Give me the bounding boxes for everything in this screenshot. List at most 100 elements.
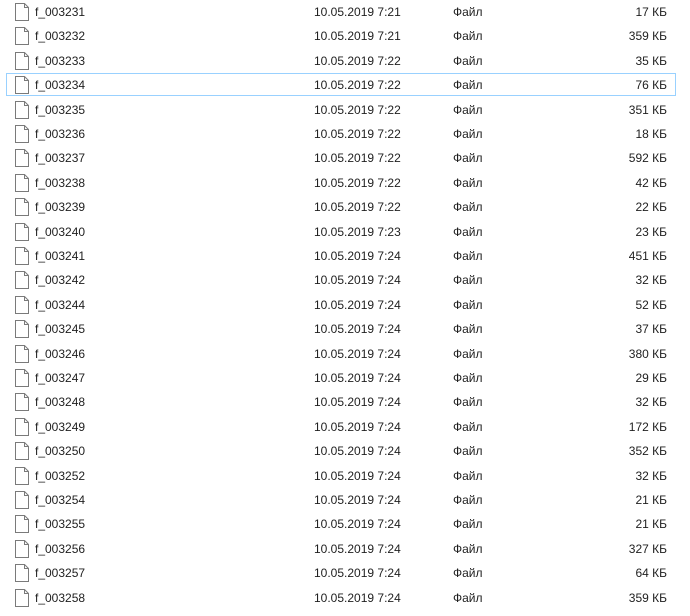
file-row[interactable]: f_003232 10.05.2019 7:21 Файл 359 КБ [6,24,676,47]
file-type: Файл [453,127,483,141]
file-icon [14,466,30,485]
file-name: f_003237 [35,151,86,166]
file-date-modified: 10.05.2019 7:22 [314,53,401,68]
file-type: Файл [453,78,483,93]
file-date-modified: 10.05.2019 7:22 [314,127,401,141]
file-size: 172 КБ [628,419,667,434]
file-row[interactable]: f_003249 10.05.2019 7:24 Файл 172 КБ [6,415,676,438]
file-row[interactable]: f_003234 10.05.2019 7:22 Файл 76 КБ [6,73,676,97]
file-row[interactable]: f_003242 10.05.2019 7:24 Файл 32 КБ [6,268,676,291]
file-name: f_003245 [35,322,86,337]
file-row[interactable]: f_003252 10.05.2019 7:24 Файл 32 КБ [6,464,676,487]
file-row[interactable]: f_003248 10.05.2019 7:24 Файл 32 КБ [6,390,676,413]
file-row[interactable]: f_003250 10.05.2019 7:24 Файл 352 КБ [6,439,676,462]
file-date-modified: 10.05.2019 7:22 [314,78,401,93]
file-size: 29 КБ [635,371,667,385]
file-date-modified: 10.05.2019 7:21 [314,29,401,44]
file-date-modified: 10.05.2019 7:24 [314,517,401,532]
file-name: f_003234 [35,78,86,93]
file-type: Файл [453,517,483,532]
file-size: 64 КБ [635,566,667,581]
file-type: Файл [453,200,483,215]
file-date-modified: 10.05.2019 7:24 [314,566,401,581]
file-icon [14,100,30,119]
file-date-modified: 10.05.2019 7:24 [314,468,401,483]
file-date-modified: 10.05.2019 7:24 [314,395,401,410]
file-name: f_003240 [35,224,86,239]
file-row[interactable]: f_003239 10.05.2019 7:22 Файл 22 КБ [6,195,676,218]
file-row[interactable]: f_003247 10.05.2019 7:24 Файл 29 КБ [6,366,676,389]
file-row[interactable]: f_003238 10.05.2019 7:22 Файл 42 КБ [6,171,676,194]
file-name: f_003242 [35,273,86,288]
file-type: Файл [453,224,483,239]
file-type: Файл [453,541,483,556]
file-size: 380 КБ [628,346,667,361]
file-name: f_003233 [35,53,86,68]
file-size: 52 КБ [635,297,667,312]
file-icon [14,222,30,241]
file-row[interactable]: f_003233 10.05.2019 7:22 Файл 35 КБ [6,49,676,72]
file-date-modified: 10.05.2019 7:24 [314,541,401,556]
file-date-modified: 10.05.2019 7:24 [314,444,401,459]
file-row[interactable]: f_003246 10.05.2019 7:24 Файл 380 КБ [6,342,676,365]
file-date-modified: 10.05.2019 7:24 [314,297,401,312]
file-row[interactable]: f_003236 10.05.2019 7:22 Файл 18 КБ [6,122,676,145]
file-size: 21 КБ [635,493,667,507]
file-row[interactable]: f_003241 10.05.2019 7:24 Файл 451 КБ [6,244,676,267]
file-row[interactable]: f_003240 10.05.2019 7:23 Файл 23 КБ [6,220,676,243]
file-icon [14,369,30,387]
file-name: f_003244 [35,297,86,312]
file-icon [14,515,30,534]
file-icon [14,344,30,363]
file-icon [14,247,30,265]
file-icon [14,442,30,461]
file-row[interactable]: f_003237 10.05.2019 7:22 Файл 592 КБ [6,146,676,169]
file-type: Файл [453,395,483,410]
file-type: Файл [453,444,483,459]
file-icon [14,295,30,314]
file-row[interactable]: f_003244 10.05.2019 7:24 Файл 52 КБ [6,293,676,316]
file-row[interactable]: f_003231 10.05.2019 7:21 Файл 17 КБ [6,0,676,23]
file-name: f_003252 [35,468,86,483]
file-date-modified: 10.05.2019 7:24 [314,249,401,263]
file-name: f_003231 [35,5,86,19]
file-row[interactable]: f_003258 10.05.2019 7:24 Файл 359 КБ [6,586,676,609]
file-name: f_003239 [35,200,86,215]
file-row[interactable]: f_003256 10.05.2019 7:24 Файл 327 КБ [6,537,676,560]
file-size: 35 КБ [635,53,667,68]
file-icon [14,149,30,168]
file-icon [14,173,30,192]
file-name: f_003250 [35,444,86,459]
file-date-modified: 10.05.2019 7:22 [314,102,401,117]
file-type: Файл [453,468,483,483]
file-row[interactable]: f_003235 10.05.2019 7:22 Файл 351 КБ [6,98,676,121]
file-name: f_003248 [35,395,86,410]
file-date-modified: 10.05.2019 7:24 [314,493,401,507]
file-type: Файл [453,590,483,605]
file-size: 76 КБ [635,78,667,93]
file-name: f_003241 [35,249,86,263]
file-type: Файл [453,322,483,337]
file-size: 327 КБ [628,541,667,556]
file-date-modified: 10.05.2019 7:22 [314,175,401,190]
file-name: f_003236 [35,127,86,141]
file-type: Файл [453,346,483,361]
file-name: f_003247 [35,371,86,385]
file-icon [14,417,30,436]
file-row[interactable]: f_003255 10.05.2019 7:24 Файл 21 КБ [6,512,676,535]
file-size: 22 КБ [635,200,667,215]
file-type: Файл [453,493,483,507]
file-size: 37 КБ [635,322,667,337]
file-size: 18 КБ [635,127,667,141]
file-name: f_003232 [35,29,86,44]
file-size: 359 КБ [628,29,667,44]
file-icon [14,125,30,143]
file-row[interactable]: f_003257 10.05.2019 7:24 Файл 64 КБ [6,561,676,584]
file-date-modified: 10.05.2019 7:24 [314,419,401,434]
file-size: 17 КБ [635,5,667,19]
file-row[interactable]: f_003245 10.05.2019 7:24 Файл 37 КБ [6,317,676,340]
file-row[interactable]: f_003254 10.05.2019 7:24 Файл 21 КБ [6,488,676,511]
file-name: f_003257 [35,566,86,581]
file-size: 32 КБ [635,468,667,483]
file-list: f_003231 10.05.2019 7:21 Файл 17 КБ f_003232… [0,0,690,616]
